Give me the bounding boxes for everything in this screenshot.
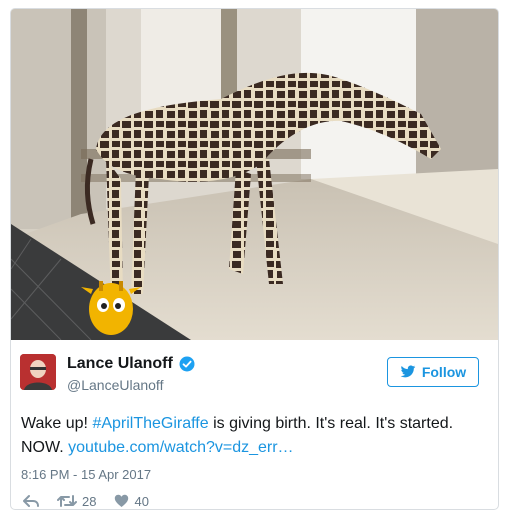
avatar[interactable] <box>20 354 56 390</box>
tweet-text: Wake up! #AprilTheGiraffe is giving birt… <box>21 412 491 460</box>
verified-badge-icon <box>179 356 195 372</box>
author-name[interactable]: Lance Ulanoff <box>67 355 173 373</box>
giraffe-photo-image <box>11 9 498 340</box>
twitter-bird-icon <box>400 365 416 379</box>
like-count: 40 <box>134 493 149 509</box>
retweet-count: 28 <box>82 493 97 509</box>
author-handle[interactable]: @LanceUlanoff <box>67 377 163 393</box>
embedded-tweet-card: Lance Ulanoff @LanceUlanoff Follow Wake … <box>10 8 499 510</box>
reply-icon <box>23 494 39 508</box>
retweet-icon <box>57 494 77 508</box>
tweet-text-before: Wake up! <box>21 415 93 432</box>
follow-button-label: Follow <box>421 364 467 380</box>
reply-button[interactable] <box>23 494 39 508</box>
like-button[interactable]: 40 <box>114 493 149 509</box>
follow-button[interactable]: Follow <box>387 357 479 387</box>
tweet-photo[interactable] <box>11 9 498 340</box>
tweet-timestamp[interactable]: 8:16 PM - 15 Apr 2017 <box>21 467 151 482</box>
hashtag-link[interactable]: #AprilTheGiraffe <box>92 415 208 432</box>
heart-icon <box>114 494 129 508</box>
retweet-button[interactable]: 28 <box>57 494 96 509</box>
avatar-image <box>20 354 56 390</box>
youtube-link[interactable]: youtube.com/watch?v=dz_err… <box>68 439 293 456</box>
tweet-content: Lance Ulanoff @LanceUlanoff Follow Wake … <box>11 341 498 509</box>
tweet-actions: 28 40 <box>23 492 167 509</box>
